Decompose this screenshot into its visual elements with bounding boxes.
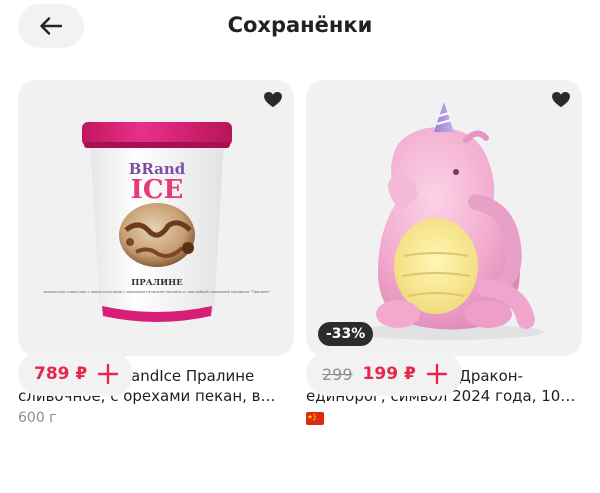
origin-flag xyxy=(306,408,582,428)
heart-icon[interactable] xyxy=(264,92,282,108)
plus-icon xyxy=(426,363,447,385)
china-flag-icon xyxy=(306,411,324,425)
flavor-description: мороженое сливочное с ароматизатором с о… xyxy=(44,290,271,294)
heart-icon[interactable] xyxy=(552,92,570,108)
page-title: Сохранёнки xyxy=(227,13,373,37)
discount-badge: -33% xyxy=(318,322,374,346)
plus-icon xyxy=(98,363,119,385)
product-image[interactable]: BRand ICE ПРАЛИНЕ мороженое сливочное с … xyxy=(18,80,294,356)
ice-cream-tub-image: BRand ICE ПРАЛИНЕ мороженое сливочное с … xyxy=(44,122,271,322)
add-to-cart-button[interactable]: 789 ₽ xyxy=(18,352,134,396)
dragon-figurine-image xyxy=(352,102,544,340)
flavor-label: ПРАЛИНЕ xyxy=(131,278,183,288)
price: 789 ₽ xyxy=(34,364,88,384)
old-price: 299 xyxy=(322,364,353,384)
add-to-cart-button[interactable]: 299 199 ₽ xyxy=(306,352,462,396)
brand-bottom-label: ICE xyxy=(131,175,184,205)
product-image[interactable]: -33% xyxy=(306,80,582,356)
product-weight: 600 г xyxy=(18,410,57,426)
header: Сохранёнки xyxy=(0,0,600,56)
price: 199 ₽ xyxy=(362,364,416,384)
